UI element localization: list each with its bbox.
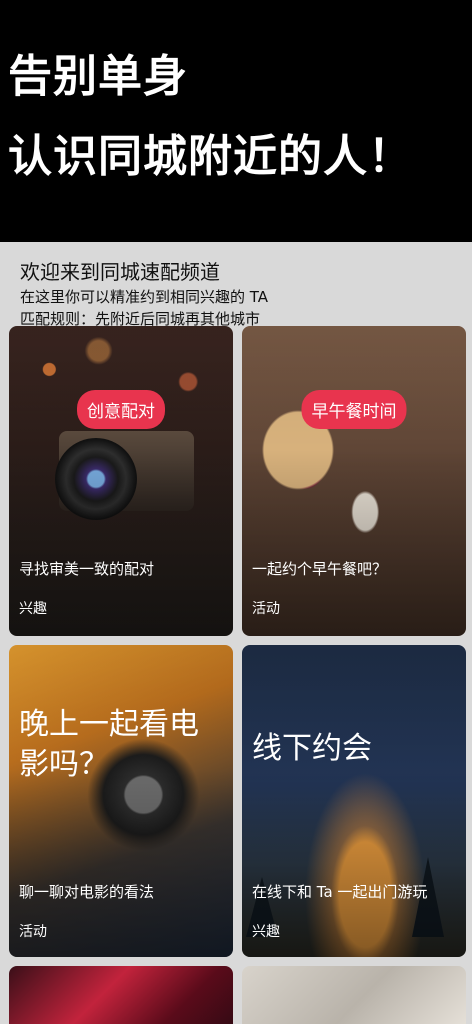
card-description: 寻找审美一致的配对	[19, 560, 155, 578]
card-tag: 兴趣	[252, 924, 280, 940]
card-tag: 活动	[19, 924, 47, 940]
card-movie-night[interactable]: 晚上一起看电影吗？ 聊一聊对电影的看法 活动	[9, 645, 233, 957]
category-pill: 创意配对	[77, 390, 165, 429]
card-description: 一起约个早午餐吧？	[252, 560, 388, 578]
card-brunch-time[interactable]: 早午餐时间 一起约个早午餐吧？ 活动	[242, 326, 466, 636]
bedding-photo	[242, 966, 466, 1024]
category-pill: 早午餐时间	[301, 390, 407, 429]
card-description: 在线下和 Ta 一起出门游玩	[252, 883, 428, 901]
card-description: 聊一聊对电影的看法	[19, 883, 155, 901]
channel-description: 在这里你可以精准约到相同兴趣的 TA	[20, 288, 269, 306]
hero-subheadline: 认识同城附近的人！	[8, 131, 413, 182]
card-tag: 兴趣	[19, 601, 47, 617]
card-title: 线下约会	[252, 731, 372, 766]
hero-headline: 告别单身	[8, 51, 188, 102]
card-partial-right[interactable]	[242, 966, 466, 1024]
neon-photo	[9, 966, 233, 1024]
card-offline-date[interactable]: 线下约会 在线下和 Ta 一起出门游玩 兴趣	[242, 645, 466, 957]
channel-title: 欢迎来到同城速配频道	[20, 260, 220, 284]
card-tag: 活动	[252, 601, 280, 617]
channel-panel: 欢迎来到同城速配频道 在这里你可以精准约到相同兴趣的 TA 匹配规则：先附近后同…	[0, 242, 472, 1024]
card-partial-left[interactable]	[9, 966, 233, 1024]
hero-banner: 告别单身 认识同城附近的人！	[0, 0, 472, 242]
card-title: 晚上一起看电影吗？	[19, 707, 199, 782]
card-creative-match[interactable]: 创意配对 寻找审美一致的配对 兴趣	[9, 326, 233, 636]
